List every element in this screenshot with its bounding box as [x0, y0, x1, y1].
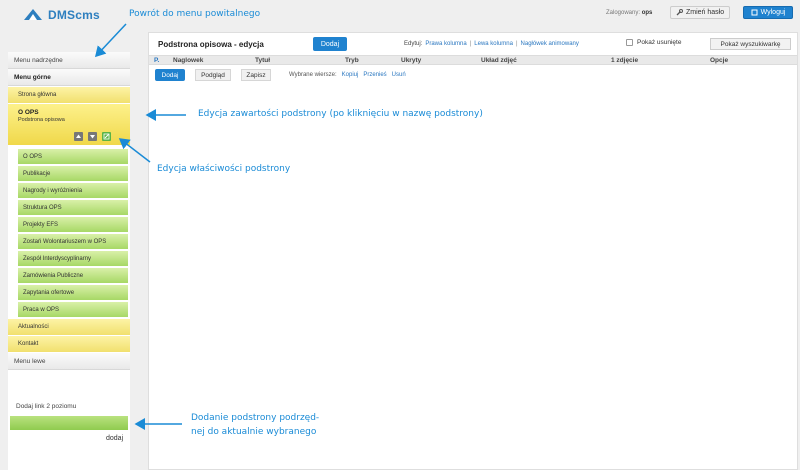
column-header-photo-layout[interactable]: Układ zdjęć: [481, 57, 517, 64]
sidebar-child-item[interactable]: O OPS: [18, 149, 128, 164]
column-header-mode[interactable]: Tryb: [345, 57, 359, 64]
annotation-edit-properties: Edycja właściwości podstrony: [157, 164, 291, 174]
sidebar-item-news[interactable]: Aktualności: [8, 319, 130, 335]
delete-link[interactable]: Usuń: [392, 72, 406, 78]
table-header: P. Naglowek Tytuł Tryb Ukryty Układ zdję…: [149, 55, 797, 65]
move-link[interactable]: Przenieś: [363, 72, 386, 78]
edit-right-column-link[interactable]: Prawa kolumna: [425, 41, 466, 47]
annotation-back-to-welcome: Powrót do menu powitalnego: [129, 9, 261, 19]
sidebar-child-item[interactable]: Publikacje: [18, 166, 128, 181]
separator: |: [515, 41, 518, 47]
edit-properties-icon[interactable]: [102, 132, 111, 141]
logo-icon: [24, 9, 42, 20]
sidebar-menu-top[interactable]: Menu górne: [8, 69, 130, 86]
column-header-title[interactable]: Tytuł: [255, 57, 270, 64]
logout-icon: [751, 9, 758, 16]
column-header-options[interactable]: Opcje: [710, 57, 728, 64]
sidebar-child-item[interactable]: Zapytania ofertowe: [18, 285, 128, 300]
selected-rows-actions: Wybrane wiersze: Kopiuj Przenieś Usuń: [289, 72, 406, 78]
show-deleted-label: Pokaż usunięte: [637, 39, 682, 46]
column-header-hidden[interactable]: Ukryty: [401, 57, 421, 64]
move-down-icon[interactable]: [88, 132, 97, 141]
save-button[interactable]: Zapisz: [241, 69, 271, 81]
separator: |: [469, 41, 472, 47]
sidebar-child-item[interactable]: Praca w OPS: [18, 302, 128, 317]
sidebar-menu-left[interactable]: Menu lewe: [8, 353, 130, 370]
sidebar-child-item[interactable]: Zostań Wolontariuszem w OPS: [18, 234, 128, 249]
add-level2-button[interactable]: dodaj: [106, 435, 123, 442]
edit-label: Edytuj:: [404, 41, 423, 47]
selected-rows-label: Wybrane wiersze:: [289, 72, 337, 78]
main-header: Podstrona opisowa - edycja Dodaj Edytuj:…: [149, 33, 797, 53]
move-up-icon[interactable]: [74, 132, 83, 141]
selected-page-type: Podstrona opisowa: [18, 117, 65, 123]
sidebar-child-item[interactable]: Projekty EFS: [18, 217, 128, 232]
annotation-add-subpage-line1: Dodanie podstrony podrzęd-: [191, 413, 320, 423]
logged-label: Zalogowany:: [606, 10, 641, 16]
add-section-button[interactable]: Dodaj: [313, 37, 347, 51]
annotation-add-subpage-line2: nej do aktualnie wybranego: [191, 427, 317, 437]
main-panel: Podstrona opisowa - edycja Dodaj Edytuj:…: [148, 32, 798, 470]
sidebar-item-home[interactable]: Strona główna: [8, 87, 130, 103]
sidebar-child-item[interactable]: Nagrody i wyróżnienia: [18, 183, 128, 198]
logout-label: Wyloguj: [760, 9, 786, 16]
annotation-add-subpage: Dodanie podstrony podrzęd- nej do aktual…: [191, 411, 319, 439]
logout-button[interactable]: Wyloguj: [743, 6, 793, 19]
logged-username: ops: [641, 10, 653, 16]
wrench-icon: [676, 9, 683, 16]
sidebar-child-item[interactable]: Struktura OPS: [18, 200, 128, 215]
add-level2-label: Dodaj link 2 poziomu: [16, 403, 77, 410]
sidebar: Menu nadrzędne Menu górne Strona główna …: [8, 52, 130, 470]
column-header-heading[interactable]: Naglowek: [173, 57, 203, 64]
sidebar-item-selected[interactable]: O OPS Podstrona opisowa: [8, 104, 130, 145]
selected-page-actions: [74, 132, 111, 141]
selected-page-title[interactable]: O OPS: [18, 109, 130, 116]
row-toolbar: Dodaj Podgląd Zapisz Wybrane wiersze: Ko…: [149, 67, 797, 83]
sidebar-child-item[interactable]: Zespół Interdyscyplinarny: [18, 251, 128, 266]
add-row-button[interactable]: Dodaj: [155, 69, 185, 81]
change-password-label: Zmień hasło: [686, 9, 725, 16]
edit-animated-header-link[interactable]: Nagłówek animowany: [521, 41, 579, 47]
logged-user-info: Zalogowany: ops: [606, 10, 652, 16]
logo[interactable]: DMScms: [22, 8, 100, 22]
sidebar-children: O OPS Publikacje Nagrody i wyróżnienia S…: [8, 149, 130, 317]
column-header-first-photo[interactable]: 1 zdjęcie: [611, 57, 638, 64]
column-header-position[interactable]: P.: [154, 57, 159, 64]
edit-left-column-link[interactable]: Lewa kolumna: [474, 41, 513, 47]
change-password-button[interactable]: Zmień hasło: [670, 6, 731, 19]
top-bar: DMScms Zalogowany: ops Zmień hasło Wylog…: [0, 0, 800, 30]
logo-text: DMScms: [48, 8, 100, 22]
sidebar-menu-parent[interactable]: Menu nadrzędne: [8, 52, 130, 69]
annotation-edit-content: Edycja zawartości podstrony (po kliknięc…: [198, 109, 483, 119]
sidebar-item-contact[interactable]: Kontakt: [8, 336, 130, 352]
sidebar-child-item[interactable]: Zamówienia Publiczne: [18, 268, 128, 283]
show-search-button[interactable]: Pokaż wyszukiwarkę: [710, 38, 791, 50]
show-deleted-checkbox[interactable]: [626, 39, 633, 46]
edit-links: Edytuj: Prawa kolumna | Lewa kolumna | N…: [404, 41, 579, 47]
add-level2-input[interactable]: [10, 416, 128, 430]
show-deleted-toggle[interactable]: Pokaż usunięte: [626, 39, 681, 46]
page-title: Podstrona opisowa - edycja: [158, 40, 264, 49]
preview-button[interactable]: Podgląd: [195, 69, 231, 81]
copy-link[interactable]: Kopiuj: [342, 72, 359, 78]
